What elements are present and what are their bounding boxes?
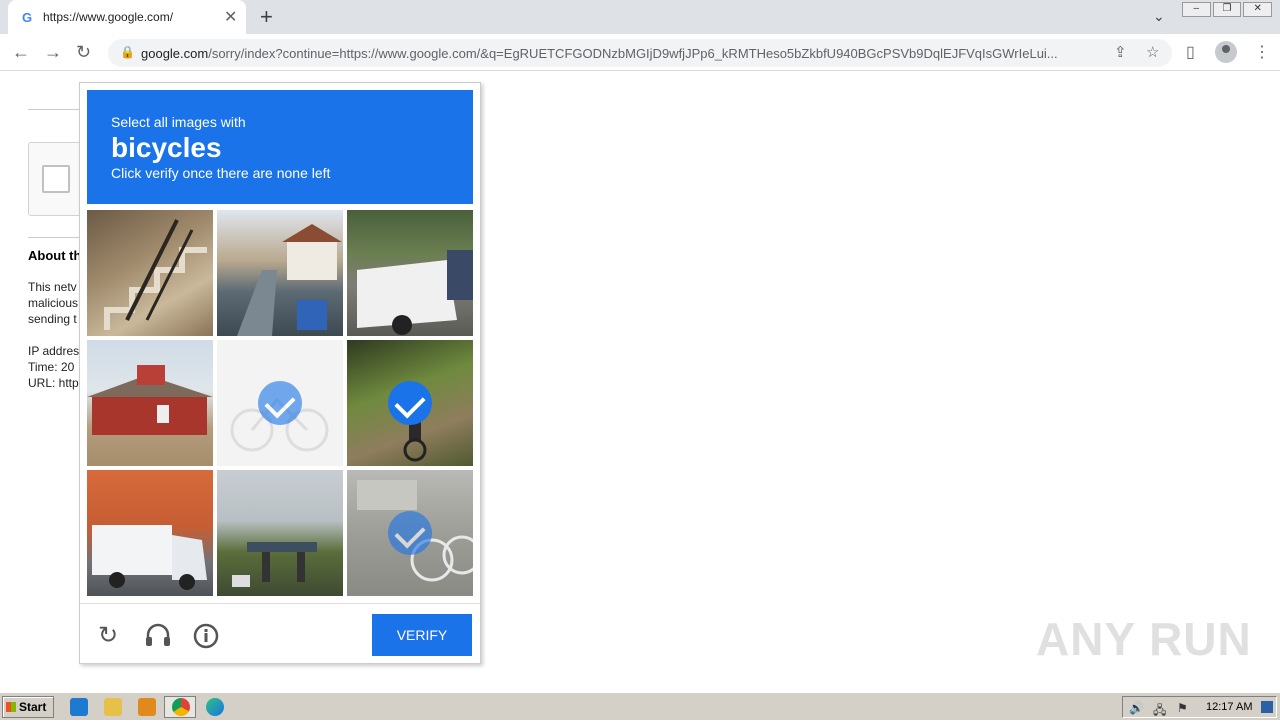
chrome-icon	[172, 698, 190, 716]
window-controls: – ❐ ✕	[1182, 2, 1273, 17]
captcha-tile-bridge[interactable]	[217, 470, 343, 596]
volume-icon[interactable]: 🔊	[1129, 701, 1144, 715]
show-desktop-icon[interactable]	[1261, 701, 1273, 713]
stairs-image	[104, 219, 207, 330]
browser-tab-bar: G https://www.google.com/ ✕ + ⌄ – ❐ ✕	[0, 0, 1280, 34]
address-bar[interactable]: 🔒 google.com/sorry/index?continue=https:…	[108, 39, 1172, 67]
start-button[interactable]: Start	[2, 696, 54, 718]
captcha-tile-pickup[interactable]	[347, 210, 473, 336]
captcha-tile-street[interactable]	[217, 210, 343, 336]
request-info-text: IP addres Time: 20 URL: http	[28, 344, 80, 390]
flag-icon[interactable]: ⚑	[1177, 701, 1188, 715]
captcha-footer: ↻ VERIFY	[80, 603, 480, 663]
network-icon[interactable]: 🖧	[1153, 701, 1166, 722]
selected-check-icon	[388, 381, 432, 425]
chrome-taskbar-button[interactable]	[164, 696, 196, 718]
captcha-challenge-popup: Select all images with bicycles Click ve…	[79, 82, 481, 664]
delivery-van-image	[92, 525, 207, 590]
clock: 12:17 AM	[1206, 701, 1253, 713]
captcha-image-grid	[87, 210, 473, 596]
selected-check-icon	[388, 511, 432, 555]
media-player-icon[interactable]	[138, 698, 156, 716]
new-tab-button[interactable]: +	[260, 4, 273, 30]
system-tray: 🔊 🖧 ⚑	[1122, 696, 1277, 718]
captcha-tile-cyclist[interactable]	[347, 340, 473, 466]
selected-check-icon	[258, 381, 302, 425]
body-text: This netv malicious sending t	[28, 280, 79, 326]
lock-icon: 🔒	[120, 45, 135, 59]
browser-tab[interactable]: G https://www.google.com/ ✕	[8, 0, 246, 34]
bridge-image	[232, 542, 317, 587]
captcha-tile-van[interactable]	[87, 470, 213, 596]
browser-toolbar: ← → ↻ 🔒 google.com/sorry/index?continue=…	[0, 34, 1280, 71]
red-house-image	[87, 365, 213, 435]
back-arrow-icon[interactable]: ←	[12, 42, 30, 63]
forward-arrow-icon[interactable]: →	[44, 42, 62, 63]
about-heading: About th	[28, 248, 82, 263]
audio-challenge-headphones-icon[interactable]	[144, 622, 172, 648]
captcha-tile-stairs[interactable]	[87, 210, 213, 336]
reload-icon[interactable]: ↻	[76, 42, 91, 63]
url-text[interactable]: google.com/sorry/index?continue=https://…	[141, 46, 1101, 61]
captcha-tile-red-house[interactable]	[87, 340, 213, 466]
bookmark-star-icon[interactable]: ☆	[1146, 43, 1159, 61]
captcha-tile-bicycle-parked[interactable]	[347, 470, 473, 596]
reload-challenge-icon[interactable]: ↻	[98, 621, 118, 650]
internet-explorer-icon[interactable]	[70, 698, 88, 716]
restore-button[interactable]: ❐	[1212, 2, 1242, 17]
minimize-button[interactable]: –	[1182, 2, 1211, 17]
captcha-tile-bicycle-faded[interactable]	[217, 340, 343, 466]
instruction-subtext: Click verify once there are none left	[111, 165, 331, 181]
info-icon[interactable]	[192, 622, 220, 650]
instruction-text: Select all images with	[111, 114, 246, 130]
anyrun-watermark-logo: ANY RUN	[1036, 613, 1252, 665]
windows-taskbar: Start 🔊 🖧 ⚑ 12:17 AM	[0, 692, 1280, 720]
close-tab-icon[interactable]: ✕	[224, 7, 237, 27]
close-window-button[interactable]: ✕	[1243, 2, 1273, 17]
page-content: About th This netv malicious sending t I…	[0, 72, 1280, 692]
google-favicon-icon: G	[22, 10, 33, 25]
edge-icon[interactable]	[206, 698, 224, 716]
file-explorer-icon[interactable]	[104, 698, 122, 716]
side-panel-icon[interactable]: ▯	[1186, 42, 1195, 62]
captcha-header: Select all images with bicycles Click ve…	[87, 90, 473, 204]
pickup-truck-image	[357, 250, 473, 335]
tab-title: https://www.google.com/	[43, 10, 174, 24]
share-icon[interactable]: ⇪	[1114, 43, 1127, 61]
recaptcha-checkbox[interactable]	[42, 165, 70, 193]
menu-kebab-icon[interactable]: ⋮	[1254, 42, 1270, 62]
profile-avatar-icon[interactable]	[1215, 41, 1237, 63]
verify-button[interactable]: VERIFY	[372, 614, 472, 656]
street-image	[237, 224, 342, 336]
tab-search-chevron-icon[interactable]: ⌄	[1153, 8, 1165, 25]
target-object-text: bicycles	[111, 132, 222, 163]
